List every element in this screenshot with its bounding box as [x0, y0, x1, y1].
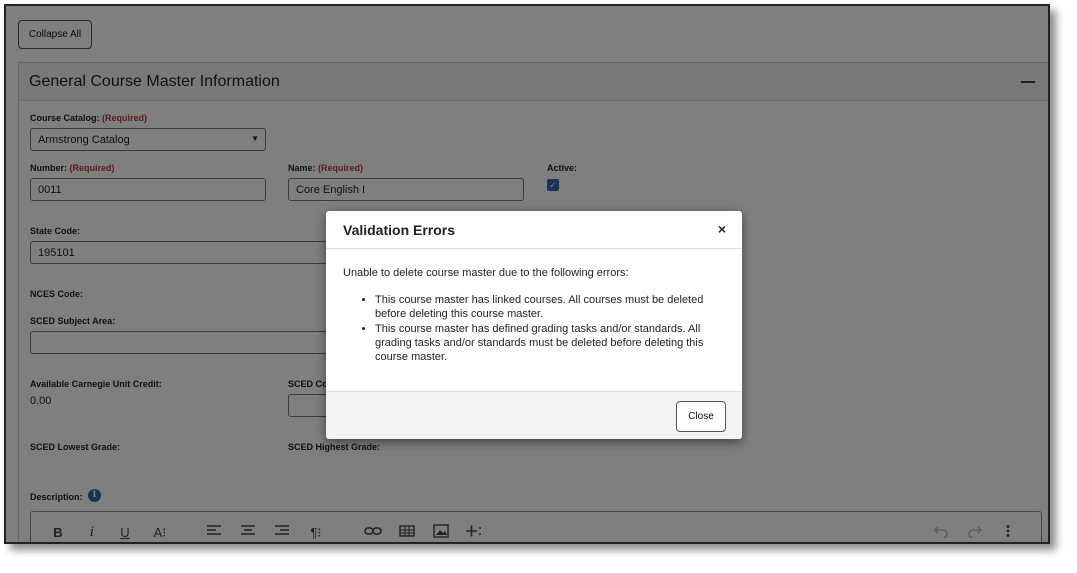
close-icon[interactable]: × — [718, 221, 726, 237]
dialog-header: Validation Errors × — [326, 211, 742, 249]
app-window: Collapse All General Course Master Infor… — [4, 4, 1050, 544]
error-item: This course master has defined grading t… — [375, 322, 728, 364]
validation-errors-dialog: Validation Errors × Unable to delete cou… — [326, 211, 742, 439]
error-intro: Unable to delete course master due to th… — [343, 267, 629, 279]
error-item: This course master has linked courses. A… — [375, 293, 728, 321]
dialog-footer: Close — [326, 391, 742, 439]
dialog-body: Unable to delete course master due to th… — [343, 267, 728, 365]
error-list: This course master has linked courses. A… — [343, 293, 728, 364]
close-button[interactable]: Close — [676, 401, 726, 432]
dialog-title: Validation Errors — [343, 222, 456, 238]
